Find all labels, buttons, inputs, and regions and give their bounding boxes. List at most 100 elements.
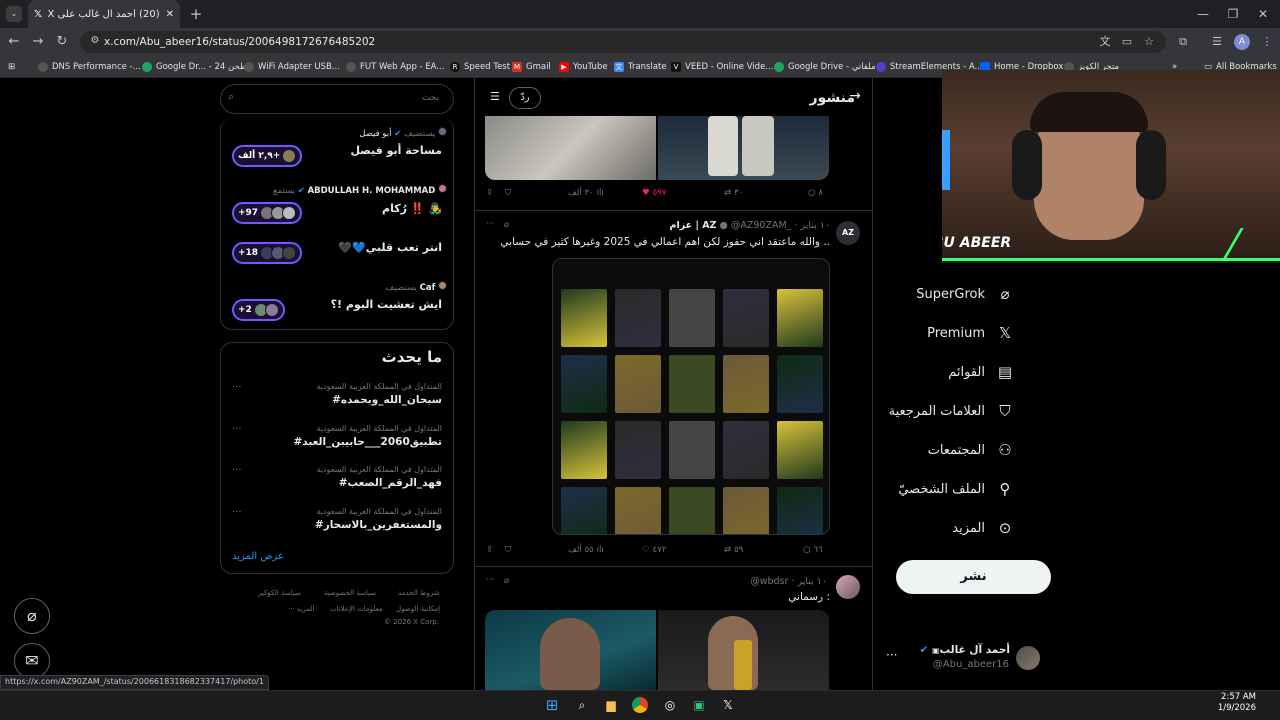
like-button[interactable]: ♥ ٥٩٧ (642, 188, 666, 198)
file-explorer-icon[interactable]: ▆ (600, 694, 622, 716)
space-listeners-pill[interactable]: +18 (232, 242, 303, 264)
bookmark-star-icon[interactable]: ☆ (1140, 33, 1158, 51)
footer-link[interactable]: سياسة الكوكيز (258, 589, 301, 597)
trend-tag[interactable]: #فهد_الرقم_الصعب (339, 477, 442, 489)
bookmark-google-drive-1[interactable]: Google Dr... - 24 طحن (142, 59, 247, 75)
nav-supergrok[interactable]: SuperGrok ⌀ (916, 282, 1015, 306)
repost-button[interactable]: ⇄ ٥٩ (724, 545, 743, 555)
trend-more-icon[interactable]: ··· (232, 424, 242, 435)
bookmark-google-drive-2[interactable]: Google Drive - ملفاتي (774, 59, 876, 75)
account-more-icon[interactable]: ··· (886, 648, 897, 662)
footer-link[interactable]: معلومات الإعلانات (330, 605, 383, 613)
grok-float-button[interactable]: ⌀ (14, 598, 50, 634)
footer-link[interactable]: ··· المزيد (288, 605, 315, 613)
post-media[interactable] (485, 116, 829, 180)
filter-icon[interactable]: ☰ (490, 90, 504, 104)
cast-icon[interactable]: ▭ (1118, 33, 1136, 51)
bookmark-icon[interactable]: ⛉ (505, 545, 511, 555)
bookmark-label: Speed Test (464, 62, 511, 72)
restore-button[interactable]: ❐ (1222, 4, 1244, 24)
author-handle[interactable]: @wbdsr (750, 576, 788, 587)
minimize-button[interactable]: — (1192, 4, 1214, 24)
trend-more-icon[interactable]: ··· (232, 465, 242, 476)
messages-float-button[interactable]: ✉ (14, 643, 50, 679)
space-listeners-pill[interactable]: +97 (232, 202, 303, 224)
trend-more-icon[interactable]: ··· (232, 507, 242, 518)
post-date[interactable]: ١٠ يناير (797, 576, 827, 587)
windows-start-icon[interactable]: ⊞ (541, 694, 563, 716)
search-icon[interactable]: ⌕ (571, 694, 593, 716)
translate-icon[interactable]: 文 (1096, 33, 1114, 51)
post-media[interactable] (485, 610, 829, 690)
post-date[interactable]: ١٠ يناير (800, 220, 830, 231)
search-input[interactable]: بحث (220, 84, 454, 114)
tab-search-icon[interactable]: ⌄ (6, 6, 22, 22)
app-icon[interactable]: ▣ (688, 694, 710, 716)
repost-button[interactable]: ⇄ ٣٠ (724, 188, 743, 198)
bookmark-translate[interactable]: 文 Translate (614, 59, 667, 75)
post-image-collage[interactable] (552, 258, 830, 535)
bookmark-wifi-adapter[interactable]: WiFi Adapter USB... (244, 59, 340, 75)
close-window-button[interactable]: ✕ (1252, 4, 1274, 24)
reply-button[interactable]: ○ ٦٦ (803, 545, 823, 555)
space-listeners-pill[interactable]: +2 (232, 299, 285, 321)
nav-more[interactable]: المزيد ⊙ (952, 516, 1015, 540)
chrome-profile-avatar[interactable]: A (1234, 34, 1250, 50)
more-icon[interactable]: ··· (486, 575, 494, 585)
views-count[interactable]: ٣٠ ألف ılı (568, 188, 604, 198)
x-app-icon[interactable]: 𝕏 (717, 694, 739, 716)
author-name[interactable]: عزام | AZ (670, 220, 717, 231)
author-handle[interactable]: @AZ90ZAM_ (731, 220, 792, 231)
new-tab-button[interactable]: + (186, 4, 206, 24)
like-button[interactable]: ♡ ٤٧٢ (642, 545, 666, 555)
nav-label: المزيد (952, 520, 985, 536)
grok-icon[interactable]: ⌀ (504, 576, 509, 586)
nav-bookmarks[interactable]: العلامات المرجعية ⛉ (889, 399, 1015, 423)
bookmark-fut-web-app[interactable]: FUT Web App - EA... (346, 59, 444, 75)
grok-icon: ⌀ (1000, 285, 1010, 303)
reload-button[interactable]: ↻ (52, 32, 72, 52)
nav-lists[interactable]: القوائم ▤ (948, 360, 1015, 384)
share-icon[interactable]: ⇪ (486, 188, 493, 198)
chrome-icon[interactable] (629, 694, 651, 716)
apps-grid-icon[interactable]: ⊞ (8, 59, 15, 75)
collage-thumbnail (669, 421, 715, 479)
bookmark-veed[interactable]: V VEED - Online Vide... (671, 59, 773, 75)
nav-profile[interactable]: الملف الشخصيّ ⚲ (898, 477, 1015, 501)
nav-communities[interactable]: المجتمعات ⚇ (928, 438, 1015, 462)
reply-button[interactable]: ○ ٨ (808, 188, 823, 198)
space-listeners-pill[interactable]: ٢,٩ ألف+ (232, 145, 303, 167)
trend-tag[interactable]: #والمستغفرين_بالاسحار (315, 519, 442, 531)
bookmark-dns[interactable]: DNS Performance -... (38, 59, 141, 75)
views-count[interactable]: ٥٥ ألف ılı (568, 545, 604, 555)
reply-sort-button[interactable]: ردّ (509, 87, 541, 109)
close-tab-icon[interactable]: ✕ (166, 9, 174, 20)
trend-tag[interactable]: #سبحان_الله_وبحمده (332, 394, 442, 406)
grok-icon[interactable]: ⌀ (504, 220, 509, 230)
reading-list-icon[interactable]: ☰ (1208, 33, 1226, 51)
trend-more-icon[interactable]: ··· (232, 382, 242, 393)
bookmark-gmail[interactable]: M Gmail (512, 59, 551, 75)
forward-button[interactable]: → (28, 32, 48, 52)
nav-premium[interactable]: Premium 𝕏 (927, 321, 1015, 345)
browser-tab[interactable]: 𝕏 (20) أحمد آل غالب على X: "الى : ✕ (28, 0, 180, 28)
bookmark-speed-test[interactable]: R Speed Test (450, 59, 510, 75)
post-button[interactable]: نشر (896, 560, 1051, 594)
show-more-link[interactable]: عرض المزيد (232, 551, 284, 562)
footer-link[interactable]: سياسة الخصوصية (324, 589, 376, 597)
site-info-icon[interactable]: ⚙ (88, 35, 102, 49)
chrome-menu-icon[interactable]: ⋮ (1258, 33, 1276, 51)
trend-tag[interactable]: #تطبيق2060___حابيبن_العبد (293, 436, 442, 448)
share-icon[interactable]: ⇪ (486, 545, 493, 555)
obs-icon[interactable]: ◎ (659, 694, 681, 716)
bookmark-youtube[interactable]: ▶ YouTube (559, 59, 608, 75)
post-author-avatar[interactable] (836, 575, 860, 599)
more-icon[interactable]: ··· (486, 219, 494, 229)
footer-link[interactable]: شروط الخدمة (398, 589, 440, 597)
address-bar[interactable]: x.com/Abu_abeer16/status/200649817267648… (80, 31, 1166, 53)
extensions-icon[interactable]: ⧉ (1174, 33, 1192, 51)
post-author-avatar[interactable]: AZ (836, 221, 860, 245)
bookmark-icon[interactable]: ⛉ (505, 188, 511, 198)
footer-link[interactable]: إمكانية الوصول (396, 605, 440, 613)
back-button[interactable]: ← (4, 32, 24, 52)
